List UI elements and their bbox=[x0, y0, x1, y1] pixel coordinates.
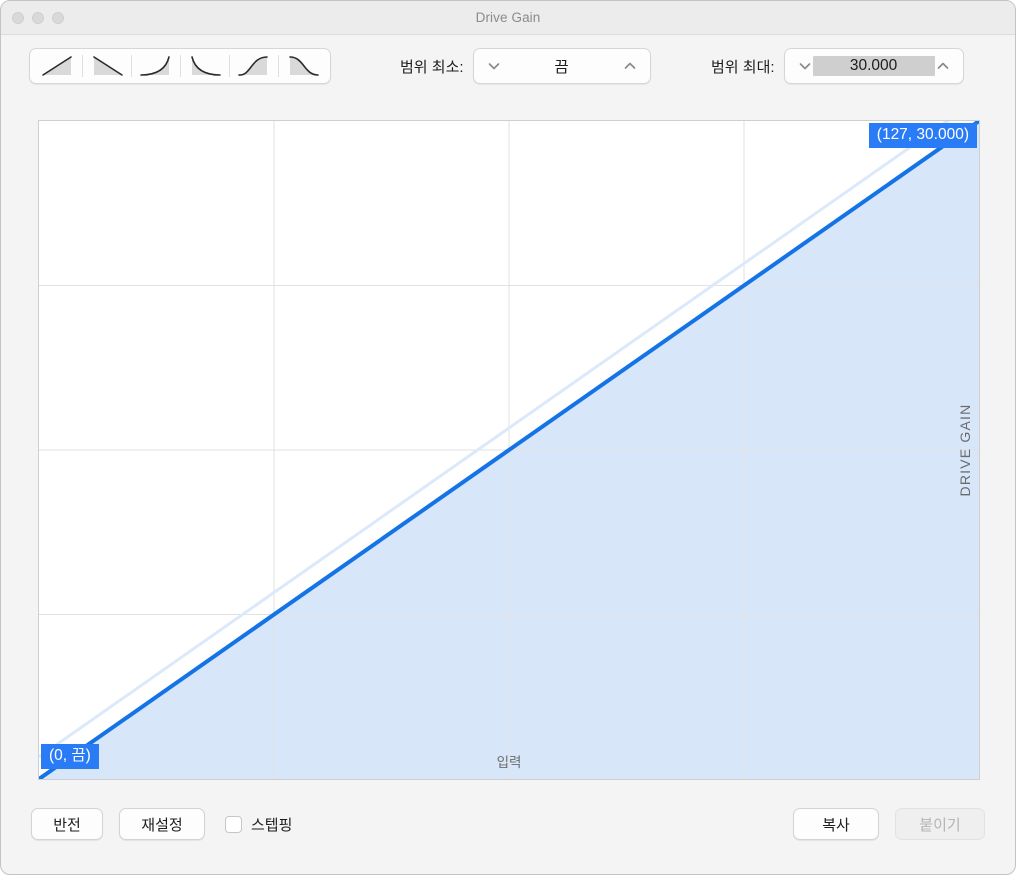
curve-s-fall-button[interactable] bbox=[278, 51, 327, 81]
chevron-down-icon[interactable] bbox=[797, 58, 813, 74]
drive-gain-window: Drive Gain bbox=[0, 0, 1016, 875]
stepping-label: 스텝핑 bbox=[251, 814, 292, 835]
curve-linear-rise-icon bbox=[41, 55, 75, 77]
chevron-up-icon[interactable] bbox=[622, 58, 638, 74]
curve-linear-rise-button[interactable] bbox=[33, 51, 82, 81]
stepping-checkbox-row[interactable]: 스텝핑 bbox=[225, 808, 292, 840]
footer-bar: 반전 재설정 스텝핑 복사 붙이기 bbox=[1, 786, 1015, 874]
toolbar: 범위 최소: 끔 범위 최대: 30.000 bbox=[1, 35, 1015, 97]
range-max-field: 범위 최대: 30.000 bbox=[711, 48, 964, 84]
curve-exponential-rise-icon bbox=[139, 55, 173, 77]
curve-plot[interactable] bbox=[39, 121, 979, 779]
range-max-label: 범위 최대: bbox=[711, 56, 775, 77]
reset-button[interactable]: 재설정 bbox=[119, 808, 205, 840]
min-point-badge[interactable]: (0, 끔) bbox=[41, 744, 99, 769]
curve-exponential-fall-icon bbox=[188, 55, 222, 77]
chevron-down-icon[interactable] bbox=[486, 58, 502, 74]
curve-linear-fall-icon bbox=[90, 55, 124, 77]
curve-s-fall-icon bbox=[286, 55, 320, 77]
stepping-checkbox[interactable] bbox=[225, 816, 242, 833]
paste-button: 붙이기 bbox=[895, 808, 985, 840]
curve-shape-presets bbox=[29, 48, 331, 84]
range-min-value[interactable]: 끔 bbox=[502, 55, 622, 77]
invert-button[interactable]: 반전 bbox=[31, 808, 103, 840]
minimize-button[interactable] bbox=[32, 12, 44, 24]
range-max-value[interactable]: 30.000 bbox=[813, 56, 935, 76]
window-title: Drive Gain bbox=[1, 10, 1015, 25]
chevron-up-icon[interactable] bbox=[935, 58, 951, 74]
copy-button[interactable]: 복사 bbox=[793, 808, 879, 840]
max-point-badge[interactable]: (127, 30.000) bbox=[869, 123, 977, 148]
curve-linear-fall-button[interactable] bbox=[82, 51, 131, 81]
curve-exponential-fall-button[interactable] bbox=[180, 51, 229, 81]
range-min-field: 범위 최소: 끔 bbox=[400, 48, 651, 84]
titlebar: Drive Gain bbox=[1, 1, 1015, 35]
curve-s-rise-icon bbox=[237, 55, 271, 77]
zoom-button[interactable] bbox=[52, 12, 64, 24]
curve-editor-graph[interactable]: 입력 DRIVE GAIN (127, 30.000) (0, 끔) bbox=[38, 120, 980, 780]
traffic-lights bbox=[12, 12, 64, 24]
curve-exponential-rise-button[interactable] bbox=[131, 51, 180, 81]
range-min-stepper[interactable]: 끔 bbox=[473, 48, 651, 84]
range-max-stepper[interactable]: 30.000 bbox=[784, 48, 964, 84]
curve-s-rise-button[interactable] bbox=[229, 51, 278, 81]
close-button[interactable] bbox=[12, 12, 24, 24]
range-min-label: 범위 최소: bbox=[400, 56, 464, 77]
